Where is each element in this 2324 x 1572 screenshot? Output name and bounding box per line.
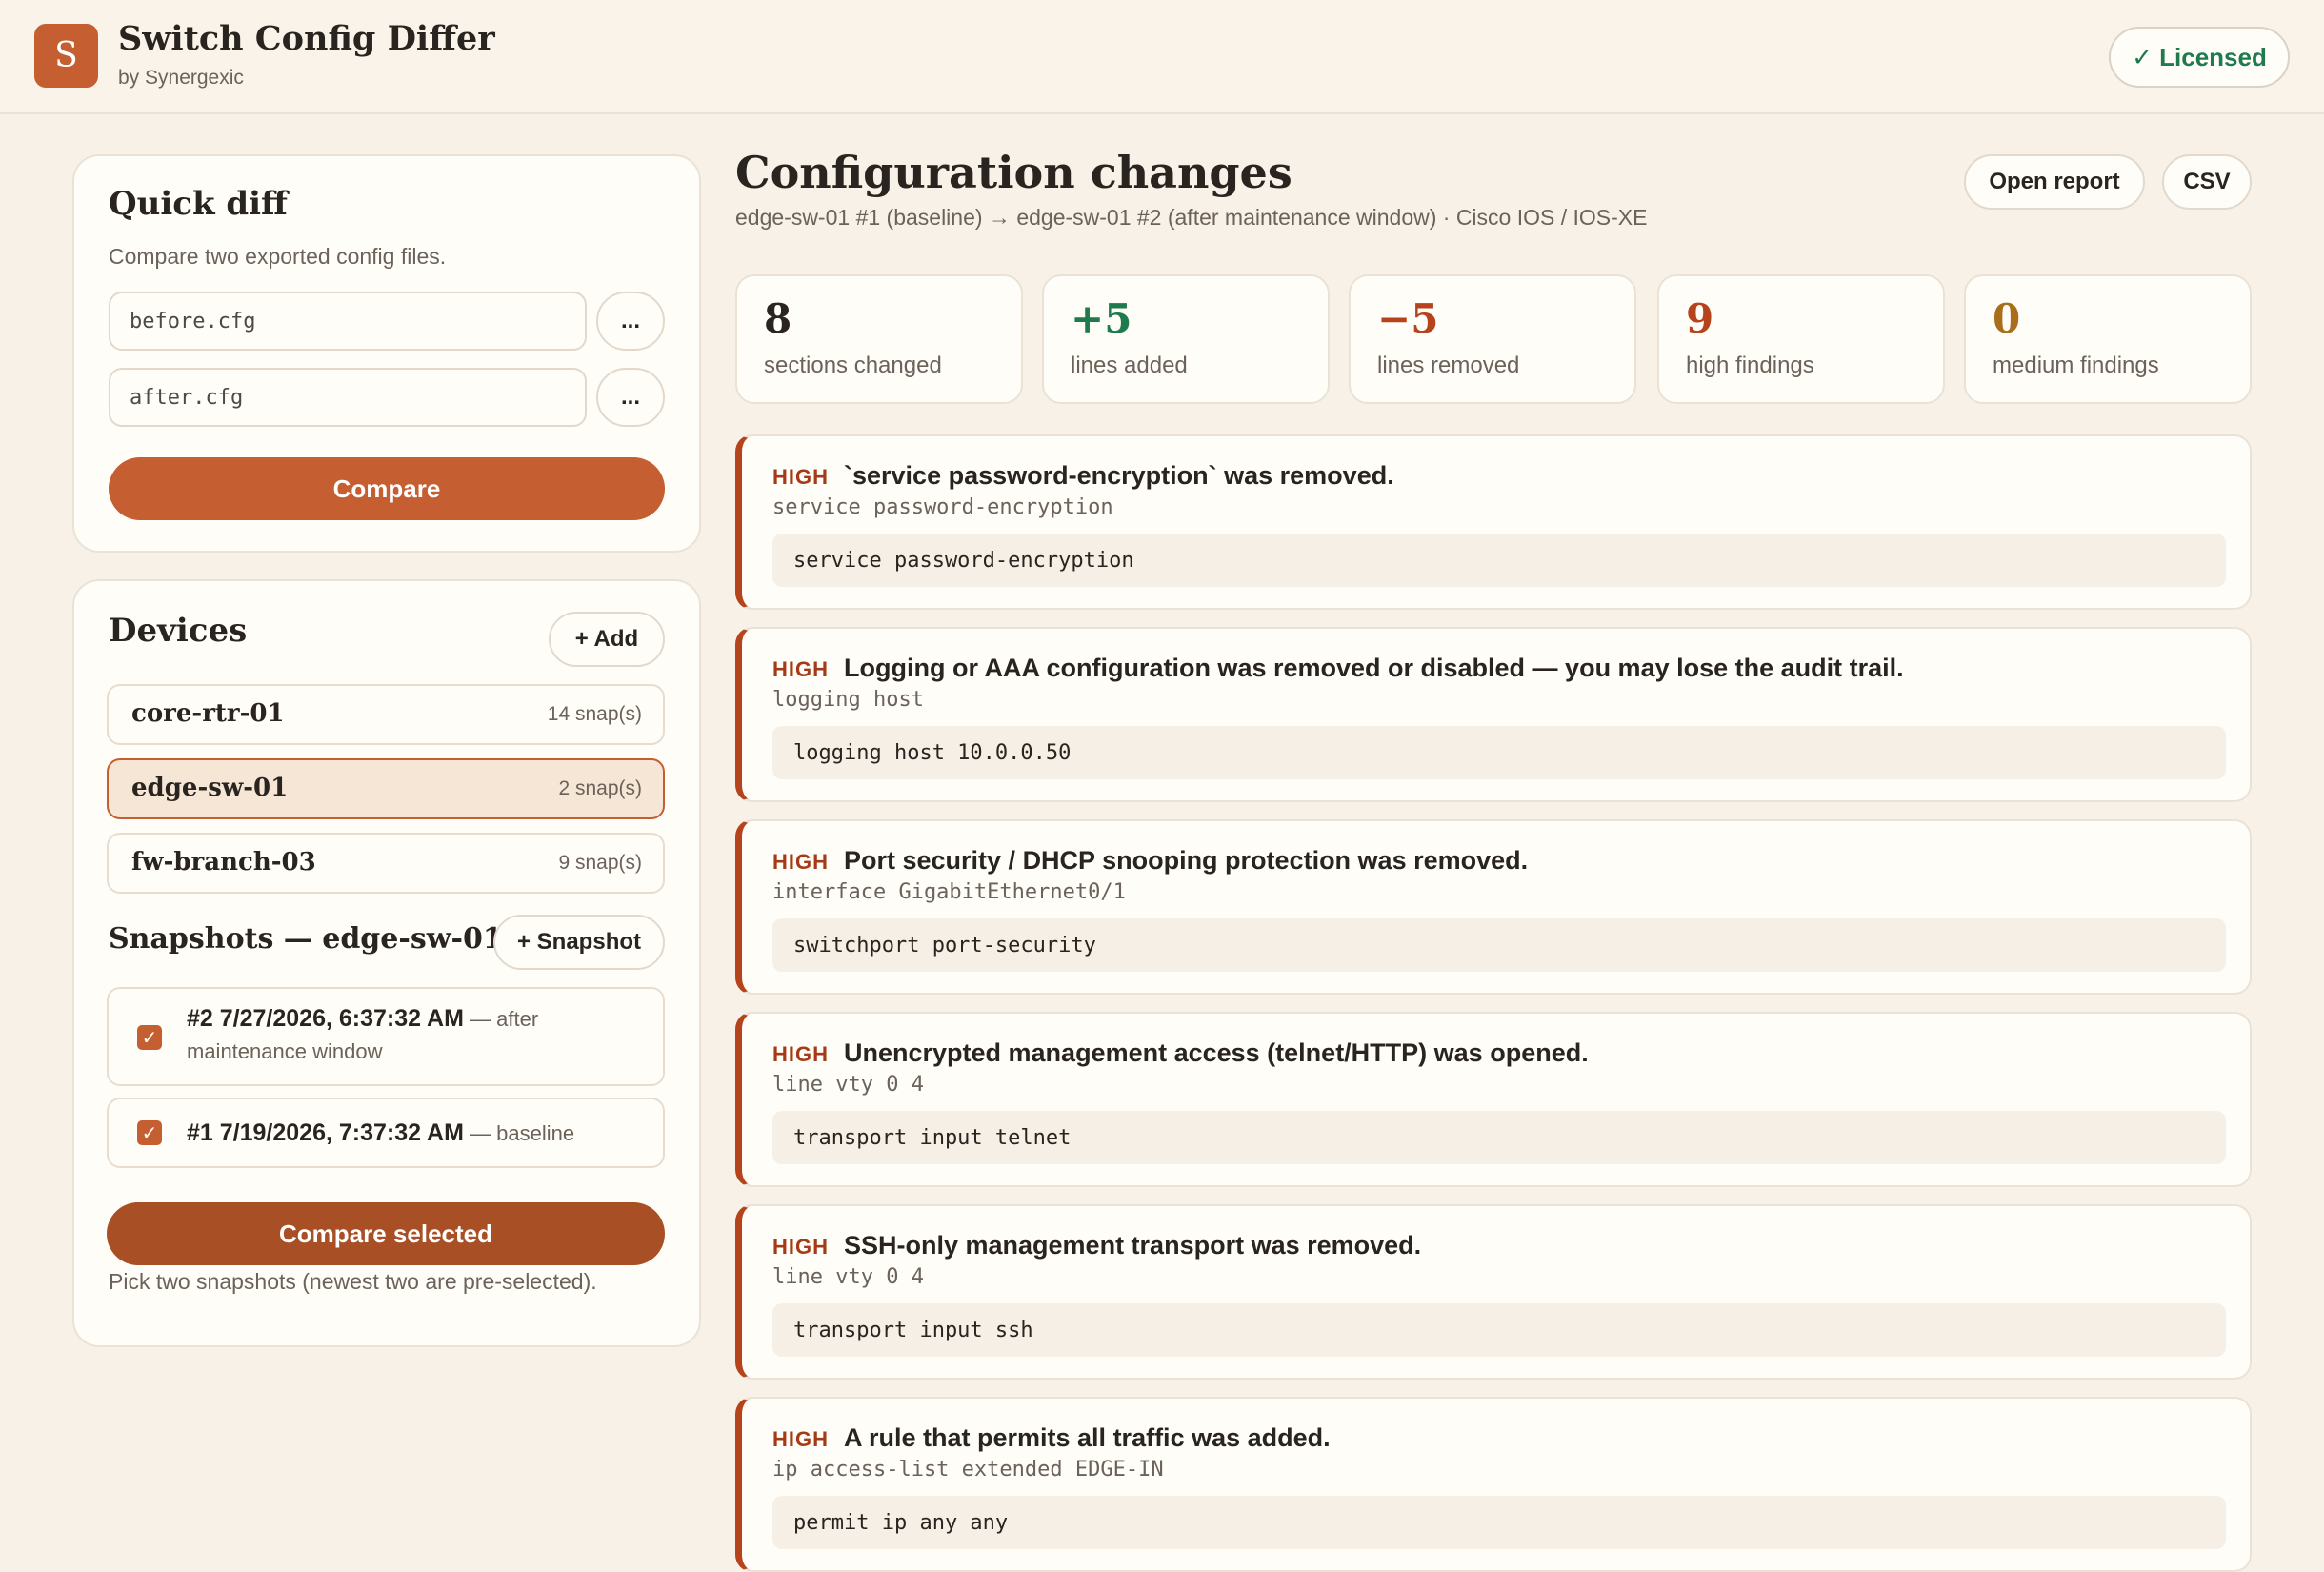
device-name: core-rtr-01	[131, 699, 285, 728]
device-snap-count: 2 snap(s)	[558, 777, 642, 799]
finding-code-line: transport input ssh	[772, 1303, 2226, 1357]
snapshot-label: #2 7/27/2026, 6:37:32 AM — after mainten…	[187, 1002, 538, 1068]
stat-card-lines-added: +5 lines added	[1042, 274, 1330, 404]
stat-label: lines added	[1071, 353, 1188, 378]
snapshot-label: #1 7/19/2026, 7:37:32 AM — baseline	[187, 1117, 574, 1150]
stat-label: lines removed	[1377, 353, 1520, 378]
snapshot-checkbox[interactable]: ✓	[137, 1025, 162, 1050]
stat-label: high findings	[1686, 353, 1814, 378]
device-item-edge-sw-01[interactable]: edge-sw-01 2 snap(s)	[107, 758, 665, 819]
before-browse-button[interactable]: ...	[596, 292, 665, 351]
page-title: Configuration changes	[735, 147, 1292, 198]
stat-value: +5	[1071, 295, 1132, 342]
finding-card[interactable]: HIGH Port security / DHCP snooping protec…	[735, 819, 2252, 995]
device-item-fw-branch-03[interactable]: fw-branch-03 9 snap(s)	[107, 833, 665, 894]
compare-button[interactable]: Compare	[109, 457, 665, 520]
snapshot-item-1[interactable]: ✓ #1 7/19/2026, 7:37:32 AM — baseline	[107, 1098, 665, 1168]
snapshot-id: #1 7/19/2026, 7:37:32 AM	[187, 1119, 464, 1146]
before-file-input[interactable]: before.cfg	[109, 292, 587, 351]
snapshot-note: — baseline	[463, 1121, 575, 1145]
severity-badge: HIGH	[772, 1042, 829, 1066]
stat-label: medium findings	[1993, 353, 2159, 378]
stat-card-sections-changed: 8 sections changed	[735, 274, 1023, 404]
finding-card[interactable]: HIGH `service password-encryption` was re…	[735, 434, 2252, 610]
finding-title: `service password-encryption` was remove…	[844, 461, 1394, 490]
app-title: Switch Config Differ	[118, 19, 495, 58]
finding-section-path: line vty 0 4	[772, 1073, 924, 1097]
finding-code-line: logging host 10.0.0.50	[772, 726, 2226, 779]
finding-card[interactable]: HIGH A rule that permits all traffic was …	[735, 1397, 2252, 1572]
device-item-core-rtr-01[interactable]: core-rtr-01 14 snap(s)	[107, 684, 665, 745]
license-badge[interactable]: ✓ Licensed	[2109, 27, 2290, 88]
finding-title: A rule that permits all traffic was adde…	[844, 1423, 1331, 1452]
after-file-input[interactable]: after.cfg	[109, 368, 587, 427]
devices-title: Devices	[109, 612, 248, 650]
stat-value: 9	[1686, 295, 1714, 342]
device-snap-count: 9 snap(s)	[558, 852, 642, 874]
finding-header: HIGH `service password-encryption` was re…	[772, 461, 1394, 491]
add-snapshot-button[interactable]: + Snapshot	[493, 915, 665, 970]
quick-diff-description: Compare two exported config files.	[109, 244, 447, 269]
finding-title: Unencrypted management access (telnet/HT…	[844, 1038, 1589, 1067]
severity-badge: HIGH	[772, 1427, 829, 1451]
stat-value: 0	[1993, 295, 2021, 342]
stat-label: sections changed	[764, 353, 942, 378]
finding-code-line: transport input telnet	[772, 1111, 2226, 1164]
snapshot-hint: Pick two snapshots (newest two are pre-s…	[109, 1269, 597, 1294]
device-name: edge-sw-01	[131, 774, 289, 802]
finding-header: HIGH A rule that permits all traffic was …	[772, 1423, 1331, 1453]
finding-title: SSH-only management transport was remove…	[844, 1231, 1422, 1260]
app-logo: S	[34, 24, 98, 88]
finding-section-path: interface GigabitEthernet0/1	[772, 880, 1126, 904]
stat-value: −5	[1377, 295, 1439, 342]
severity-badge: HIGH	[772, 1235, 829, 1259]
finding-card[interactable]: HIGH SSH-only management transport was re…	[735, 1204, 2252, 1380]
open-report-button[interactable]: Open report	[1964, 154, 2145, 210]
add-device-button[interactable]: + Add	[549, 612, 665, 667]
snapshot-checkbox[interactable]: ✓	[137, 1120, 162, 1145]
app-subtitle: by Synergexic	[118, 67, 244, 89]
finding-card[interactable]: HIGH Logging or AAA configuration was rem…	[735, 627, 2252, 802]
finding-code-line: switchport port-security	[772, 918, 2226, 972]
finding-section-path: line vty 0 4	[772, 1265, 924, 1289]
compare-selected-button[interactable]: Compare selected	[107, 1202, 665, 1265]
finding-header: HIGH SSH-only management transport was re…	[772, 1231, 1421, 1260]
snapshot-id: #2 7/27/2026, 6:37:32 AM	[187, 1005, 464, 1032]
snapshot-note-cont: maintenance window	[187, 1039, 383, 1063]
stat-card-medium-findings: 0 medium findings	[1964, 274, 2252, 404]
stat-card-lines-removed: −5 lines removed	[1349, 274, 1636, 404]
severity-badge: HIGH	[772, 465, 829, 489]
finding-code-line: service password-encryption	[772, 534, 2226, 587]
csv-button[interactable]: CSV	[2162, 154, 2252, 210]
snapshot-item-2[interactable]: ✓ #2 7/27/2026, 6:37:32 AM — after maint…	[107, 987, 665, 1086]
finding-section-path: ip access-list extended EDGE-IN	[772, 1458, 1164, 1481]
finding-card[interactable]: HIGH Unencrypted management access (telne…	[735, 1012, 2252, 1187]
quick-diff-title: Quick diff	[109, 185, 288, 223]
after-browse-button[interactable]: ...	[596, 368, 665, 427]
finding-section-path: logging host	[772, 688, 924, 712]
snapshot-note: — after	[463, 1007, 539, 1031]
finding-code-line: permit ip any any	[772, 1496, 2226, 1549]
finding-header: HIGH Port security / DHCP snooping protec…	[772, 846, 1528, 876]
page-subtitle: edge-sw-01 #1 (baseline) → edge-sw-01 #2…	[735, 205, 1648, 230]
severity-badge: HIGH	[772, 657, 829, 681]
device-snap-count: 14 snap(s)	[547, 703, 642, 725]
stat-value: 8	[764, 295, 792, 342]
device-name: fw-branch-03	[131, 848, 316, 877]
severity-badge: HIGH	[772, 850, 829, 874]
finding-header: HIGH Logging or AAA configuration was rem…	[772, 654, 1904, 683]
stat-card-high-findings: 9 high findings	[1657, 274, 1945, 404]
finding-title: Logging or AAA configuration was removed…	[844, 654, 1904, 682]
finding-section-path: service password-encryption	[772, 495, 1113, 519]
finding-header: HIGH Unencrypted management access (telne…	[772, 1038, 1589, 1068]
quick-diff-card: Quick diff Compare two exported config f…	[72, 154, 701, 553]
finding-title: Port security / DHCP snooping protection…	[844, 846, 1529, 875]
snapshots-title: Snapshots — edge-sw-01	[109, 922, 503, 956]
app-header: S Switch Config Differ by Synergexic ✓ L…	[0, 0, 2324, 114]
